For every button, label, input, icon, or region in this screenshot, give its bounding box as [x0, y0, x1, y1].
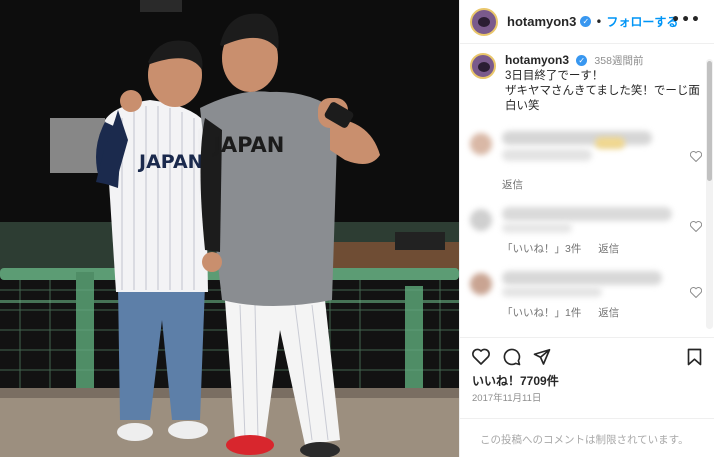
- comment-item: 「いいね！」1件 返信: [470, 267, 702, 323]
- post-side-panel: hotamyon3 ✓ • フォローする ••• hotamyon3 ✓ 358…: [459, 0, 714, 457]
- caption-avatar[interactable]: [470, 53, 496, 79]
- comment-item: 「いいね！」3件 返信: [470, 203, 702, 259]
- blurred-avatar: [470, 273, 492, 295]
- comments-restricted-notice: この投稿へのコメントは制限されています。: [460, 418, 714, 457]
- instagram-post: JAPAN JAPAN hotamyon3 ✓ • フォローする ••• hot…: [0, 0, 714, 457]
- comments-section[interactable]: hotamyon3 ✓ 358週間前 3日目終了でーす！ ザキヤマさんきてました…: [460, 45, 714, 337]
- avatar[interactable]: [470, 7, 498, 36]
- blurred-comment-text: [502, 149, 592, 161]
- comment-like-heart-icon[interactable]: [690, 221, 702, 232]
- share-icon[interactable]: [533, 348, 551, 365]
- blurred-comment-text: [502, 223, 572, 233]
- shirt-right-text: JAPAN: [211, 133, 284, 157]
- post-date[interactable]: 2017年11月11日: [472, 390, 541, 404]
- action-bar: [460, 337, 714, 375]
- more-options-icon[interactable]: •••: [671, 12, 701, 28]
- caption-line-2: ザキヤマさんきてました笑！でーじ面: [505, 85, 700, 97]
- comment-like-heart-icon[interactable]: [690, 287, 702, 298]
- comment-item: 返信: [470, 127, 702, 191]
- comment-like-heart-icon[interactable]: [690, 151, 702, 162]
- likes-count-link[interactable]: 「いいね！」3件: [502, 243, 581, 255]
- comment-meta: 返信: [502, 177, 537, 192]
- header-username[interactable]: hotamyon3: [507, 14, 576, 29]
- comment-meta: 「いいね！」1件 返信: [502, 305, 633, 320]
- reply-button[interactable]: 返信: [598, 243, 619, 255]
- comment-meta: 「いいね！」3件 返信: [502, 241, 633, 256]
- blurred-avatar: [470, 209, 492, 231]
- reply-button[interactable]: 返信: [598, 307, 619, 319]
- blurred-comment-text: [502, 131, 652, 145]
- likes-count-link[interactable]: 「いいね！」1件: [502, 307, 581, 319]
- caption-line-1: 3日目終了でーす！: [505, 70, 604, 82]
- verified-badge-icon: ✓: [580, 16, 592, 27]
- comment-icon[interactable]: [503, 348, 521, 366]
- blurred-comment-text: [502, 207, 672, 221]
- bookmark-icon[interactable]: [687, 348, 702, 366]
- likes-count[interactable]: いいね！7709件: [472, 372, 559, 389]
- caption: hotamyon3 ✓ 358週間前 3日目終了でーす！ ザキヤマさんきてました…: [470, 53, 700, 114]
- caption-line-3: 白い笑: [505, 100, 540, 112]
- blurred-comment-text: [502, 287, 602, 297]
- caption-verified-icon: ✓: [576, 55, 588, 66]
- scrollbar[interactable]: [706, 59, 713, 329]
- jersey-left-text: JAPAN: [137, 151, 204, 173]
- post-header: hotamyon3 ✓ • フォローする •••: [460, 0, 714, 44]
- caption-username[interactable]: hotamyon3: [505, 53, 569, 67]
- caption-time: 358週間前: [594, 55, 644, 67]
- header-separator: •: [595, 14, 603, 29]
- reply-button[interactable]: 返信: [502, 179, 523, 191]
- post-photo[interactable]: JAPAN JAPAN: [0, 0, 459, 457]
- photo-illustration: JAPAN JAPAN: [0, 0, 459, 457]
- follow-button[interactable]: フォローする: [606, 13, 678, 30]
- heart-icon[interactable]: [472, 348, 490, 365]
- blurred-avatar: [470, 133, 492, 155]
- blurred-comment-text: [502, 271, 662, 285]
- blurred-emoji: [595, 137, 625, 149]
